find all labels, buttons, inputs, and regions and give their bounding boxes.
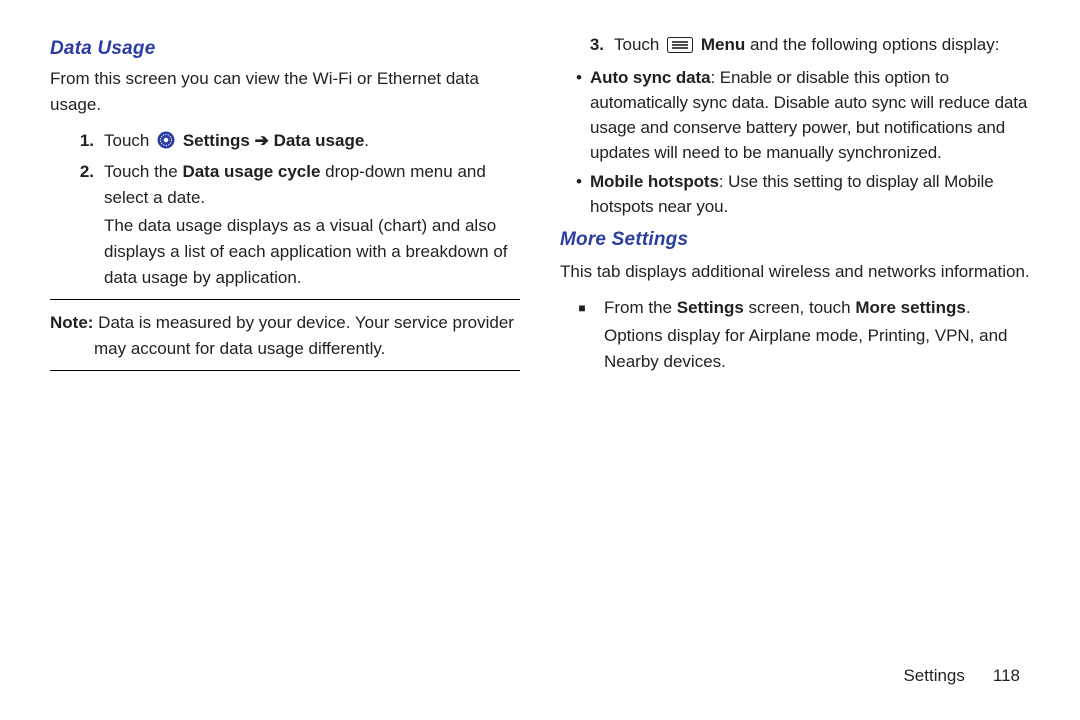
divider-bottom: [50, 370, 520, 371]
right-column: 3. Touch Menu and the following options …: [560, 30, 1030, 381]
footer-page-number: 118: [993, 666, 1020, 685]
divider-top: [50, 299, 520, 300]
heading-data-usage: Data Usage: [50, 38, 520, 60]
sq-text-a: From the: [604, 298, 677, 317]
bullet-dot-icon: •: [576, 169, 590, 219]
page-footer: Settings 118: [903, 666, 1020, 686]
step-2-bold: Data usage cycle: [182, 162, 320, 181]
step-2-text-a: Touch the: [104, 162, 182, 181]
square-bullet-icon: ■: [560, 295, 604, 375]
step-3: 3. Touch Menu and the following options …: [560, 32, 1030, 61]
step-2: 2. Touch the Data usage cycle drop-down …: [50, 159, 520, 291]
left-column: Data Usage From this screen you can view…: [50, 30, 520, 381]
note-label: Note:: [50, 313, 93, 332]
bullet-2-label: Mobile hotspots: [590, 172, 719, 191]
step-number: 1.: [50, 128, 104, 157]
menu-icon: [667, 35, 693, 61]
sq-bold-more: More settings: [855, 298, 966, 317]
step-1-bold: Settings ➔ Data usage: [183, 131, 364, 150]
step-1-text-post: .: [364, 131, 369, 150]
step-3-text-pre: Touch: [614, 35, 664, 54]
step-1: 1. Touch Settings ➔ Data usage.: [50, 128, 520, 157]
sq-sub: Options display for Airplane mode, Print…: [604, 323, 1030, 375]
step-number: 2.: [50, 159, 104, 291]
sq-text-e: .: [966, 298, 971, 317]
bullet-1-label: Auto sync data: [590, 68, 710, 87]
step-3-text-post: and the following options display:: [745, 35, 999, 54]
more-settings-item: ■ From the Settings screen, touch More s…: [560, 295, 1030, 375]
note-text: Data is measured by your device. Your se…: [93, 313, 513, 358]
step-3-bold: Menu: [701, 35, 745, 54]
more-settings-intro: This tab displays additional wireless an…: [560, 259, 1030, 285]
note-block: Note: Data is measured by your device. Y…: [50, 310, 520, 362]
step-2-sub: The data usage displays as a visual (cha…: [104, 213, 520, 291]
footer-section: Settings: [903, 666, 964, 685]
sq-text-c: screen, touch: [744, 298, 856, 317]
heading-more-settings: More Settings: [560, 227, 1030, 253]
bullet-dot-icon: •: [576, 65, 590, 165]
bullet-mobile-hotspots: • Mobile hotspots: Use this setting to d…: [576, 169, 1030, 219]
settings-gear-icon: [157, 131, 175, 157]
step-number: 3.: [560, 32, 614, 61]
intro-paragraph: From this screen you can view the Wi-Fi …: [50, 66, 520, 118]
sq-bold-settings: Settings: [677, 298, 744, 317]
step-1-text-pre: Touch: [104, 131, 154, 150]
bullet-auto-sync: • Auto sync data: Enable or disable this…: [576, 65, 1030, 165]
